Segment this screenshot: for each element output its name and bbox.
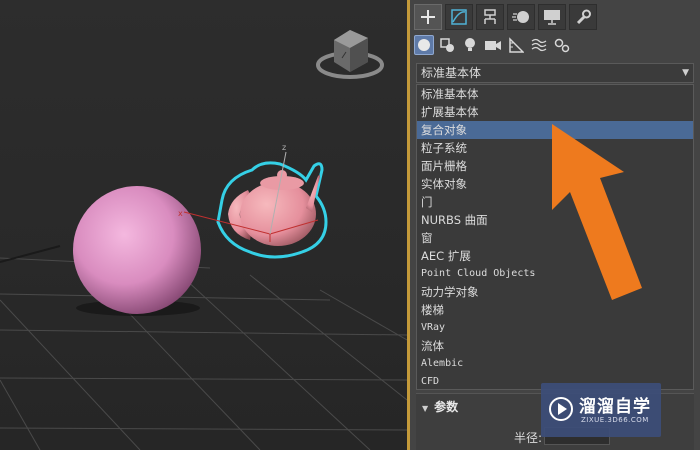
perspective-viewport[interactable]: z x — [0, 0, 407, 450]
shapes-icon — [440, 38, 454, 52]
modify-tab[interactable] — [445, 4, 473, 30]
pink-sphere[interactable] — [73, 186, 201, 314]
cameras-button[interactable] — [483, 35, 503, 55]
chevron-down-icon: ▼ — [682, 68, 689, 78]
display-tab[interactable] — [538, 4, 566, 30]
watermark-url: ZIXUE.3D66.COM — [581, 416, 649, 424]
rollout-header[interactable]: ▼ 参数 — [422, 398, 458, 415]
space-warps-icon — [531, 38, 547, 52]
wrench-icon — [576, 9, 591, 25]
systems-gears-icon — [554, 38, 570, 53]
radius-label: 半径: — [514, 431, 543, 445]
annotation-arrow-icon — [552, 124, 642, 300]
hierarchy-icon — [484, 9, 496, 24]
motion-icon — [512, 11, 529, 23]
create-tab[interactable] — [414, 4, 442, 30]
category-list-item[interactable]: VRay — [417, 319, 693, 337]
ground-grid — [0, 257, 407, 450]
display-monitor-icon — [544, 10, 560, 25]
view-cube[interactable] — [316, 30, 384, 79]
category-dropdown[interactable]: 标准基本体 ▼ — [416, 63, 694, 83]
hierarchy-tab[interactable] — [476, 4, 504, 30]
helpers-button[interactable] — [506, 35, 526, 55]
systems-button[interactable] — [552, 35, 572, 55]
svg-text:x: x — [178, 209, 183, 218]
category-list-item[interactable]: 标准基本体 — [417, 85, 693, 103]
collapse-triangle-icon: ▼ — [422, 404, 429, 413]
utilities-tab[interactable] — [569, 4, 597, 30]
geometry-button[interactable] — [414, 35, 434, 55]
motion-tab[interactable] — [507, 4, 535, 30]
geometry-sphere-icon — [418, 39, 430, 51]
watermark-logo: 溜溜自学 ZIXUE.3D66.COM — [541, 383, 661, 437]
play-logo-icon — [549, 397, 573, 421]
category-dropdown-value: 标准基本体 — [421, 66, 482, 80]
svg-text:z: z — [282, 143, 286, 152]
modify-curve-icon — [451, 9, 467, 25]
category-list-item[interactable]: Alembic — [417, 355, 693, 373]
category-list-item[interactable]: 扩展基本体 — [417, 103, 693, 121]
category-list-item[interactable]: 流体 — [417, 337, 693, 355]
command-panel-tabs — [414, 4, 597, 30]
camera-icon — [485, 41, 501, 50]
plus-icon — [421, 10, 435, 24]
lights-bulb-icon — [465, 38, 475, 51]
helpers-ruler-icon — [509, 37, 524, 53]
create-subcategory-bar — [414, 35, 572, 55]
shapes-button[interactable] — [437, 35, 457, 55]
rollout-title: 参数 — [434, 400, 459, 414]
watermark-brand: 溜溜自学 — [579, 397, 651, 417]
space-warps-button[interactable] — [529, 35, 549, 55]
lights-button[interactable] — [460, 35, 480, 55]
